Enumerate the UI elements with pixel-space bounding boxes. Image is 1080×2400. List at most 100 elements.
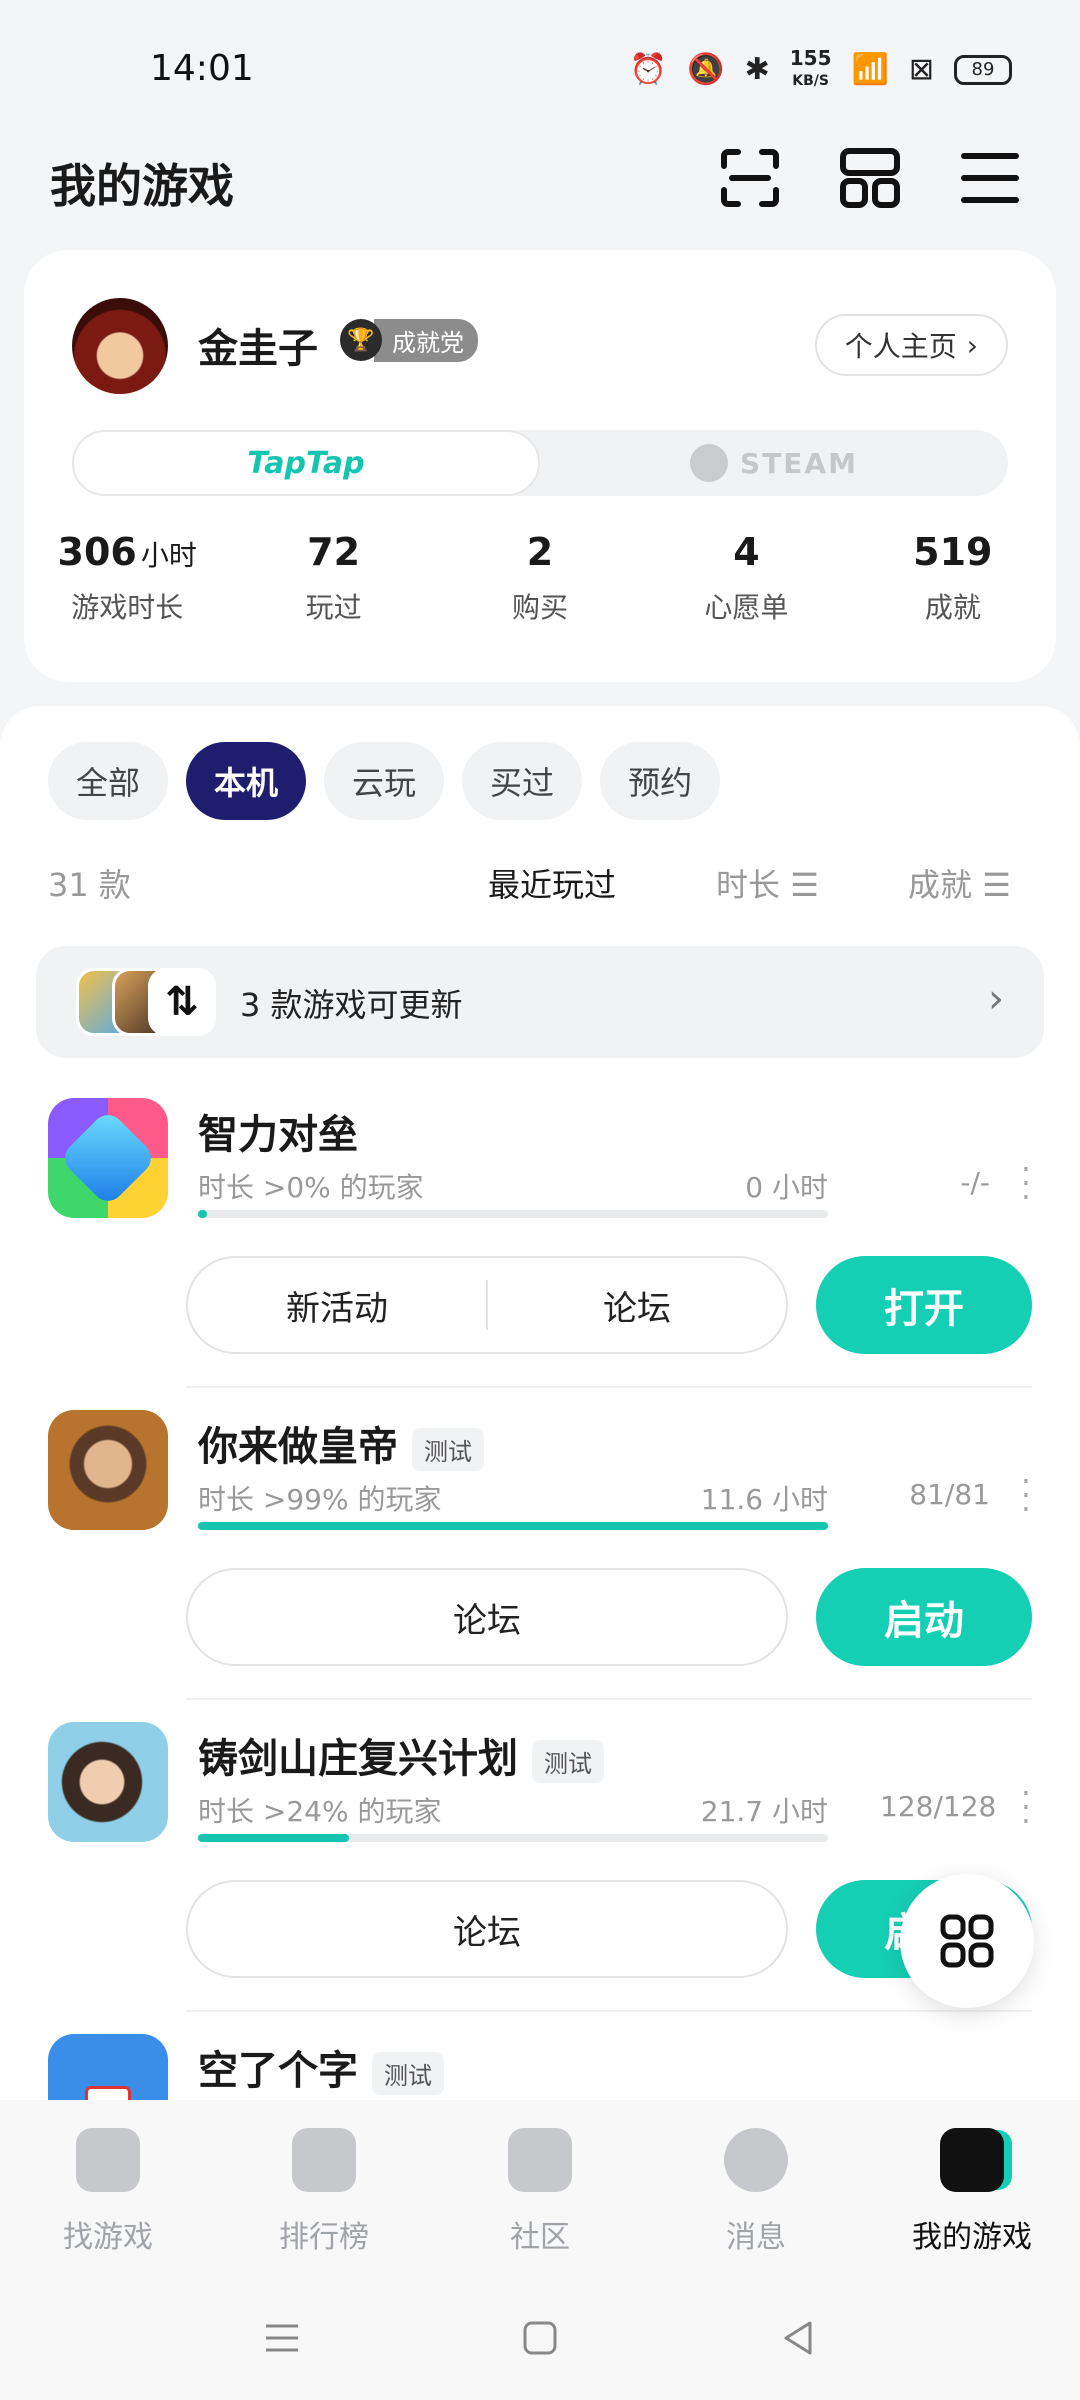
sort-recent[interactable]: 最近玩过 <box>488 860 616 906</box>
nav-community[interactable]: 社区 <box>432 2100 648 2280</box>
game-row: 空了个字 测试 <box>0 2034 1080 2106</box>
stat-wishlist[interactable]: 4 心愿单 <box>643 530 849 626</box>
stat-value: 72 <box>307 530 361 574</box>
chevron-right-icon: › <box>988 976 1004 1022</box>
nav-label: 我的游戏 <box>912 2220 1032 2255</box>
chip-all[interactable]: 全部 <box>48 742 169 820</box>
no-sim-icon: ⊠ <box>908 52 934 87</box>
nav-messages[interactable]: 消息 <box>648 2100 864 2280</box>
achievement-count: 81/81 <box>909 1478 990 1511</box>
test-tag: 测试 <box>532 1739 604 1783</box>
tab-taptap[interactable]: TapTap <box>72 430 540 496</box>
open-button[interactable]: 打开 <box>816 1256 1032 1354</box>
game-name-text: 你来做皇帝 <box>198 1424 398 1470</box>
layout-icon[interactable] <box>838 146 902 210</box>
chevron-right-icon: › <box>966 328 978 362</box>
playtime-hours: 11.6 小时 <box>700 1483 828 1516</box>
update-banner[interactable]: ⇅ 3 款游戏可更新 › <box>36 946 1044 1058</box>
home-icon[interactable] <box>520 2318 560 2358</box>
playtime-hours: 21.7 小时 <box>700 1795 828 1828</box>
stat-purchased[interactable]: 2 购买 <box>437 530 643 626</box>
stat-unit: 小时 <box>140 539 197 572</box>
playtime-percentile: 时长 >24% 的玩家 <box>198 1795 442 1828</box>
ranking-icon <box>292 2128 356 2192</box>
cube-icon <box>58 1108 158 1208</box>
back-icon[interactable] <box>778 2318 818 2358</box>
playtime-percentile: 时长 >0% 的玩家 <box>198 1171 424 1204</box>
playtime-bar <box>198 1210 828 1218</box>
stat-label: 游戏时长 <box>71 591 184 624</box>
playtime-bar-fill <box>198 1522 828 1530</box>
badge-label: 成就党 <box>374 318 478 362</box>
profile-card: 金圭子 🏆 成就党 个人主页 › TapTap STEAM 306 小时 游戏时长… <box>24 250 1056 682</box>
community-icon <box>508 2128 572 2192</box>
forum-button[interactable]: 论坛 <box>188 1905 786 1954</box>
chip-local[interactable]: 本机 <box>186 742 307 820</box>
forum-button[interactable]: 论坛 <box>488 1281 786 1330</box>
stat-label: 购买 <box>512 591 569 624</box>
row-divider <box>186 1698 1032 1700</box>
stat-value: 2 <box>526 530 554 574</box>
nav-my-games[interactable]: 我的游戏 <box>864 2100 1080 2280</box>
profile-home-label: 个人主页 <box>844 330 957 363</box>
more-options-icon[interactable]: · · · <box>1016 1465 1036 1525</box>
stat-played[interactable]: 72 玩过 <box>230 530 436 626</box>
net-speed-unit: KB/S <box>792 73 829 89</box>
menu-icon[interactable] <box>958 146 1022 210</box>
platform-tabs: TapTap STEAM <box>72 430 1008 496</box>
stat-value: 519 <box>913 530 993 574</box>
sort-achievements[interactable]: 成就 ☰ <box>908 860 1011 906</box>
filter-chips: 全部 本机 云玩 买过 预约 <box>48 742 721 820</box>
game-icon-konglegezi[interactable] <box>48 2034 168 2106</box>
avatar[interactable] <box>72 298 168 394</box>
forum-button[interactable]: 论坛 <box>188 1593 786 1642</box>
more-options-icon[interactable]: · · · <box>1016 1153 1036 1213</box>
game-actions: 新活动 论坛 <box>186 1256 788 1354</box>
nav-label: 找游戏 <box>63 2220 153 2255</box>
test-tag: 测试 <box>412 1427 484 1471</box>
achievement-count: -/- <box>960 1166 990 1199</box>
playtime-bar-fill <box>198 1210 208 1218</box>
sort-time[interactable]: 时长 ☰ <box>716 860 819 906</box>
clock: 14:01 <box>150 48 254 89</box>
game-icon-zhujian[interactable] <box>48 1722 168 1842</box>
nav-label: 社区 <box>510 2220 570 2255</box>
chip-bought[interactable]: 买过 <box>462 742 583 820</box>
sort-time-label: 时长 <box>716 866 781 904</box>
achievement-badge[interactable]: 🏆 成就党 <box>340 318 478 362</box>
playtime-bar-fill <box>198 1834 350 1842</box>
game-actions: 论坛 <box>186 1880 788 1978</box>
scan-icon[interactable] <box>718 146 782 210</box>
app-header: 我的游戏 <box>0 140 1080 240</box>
recents-icon[interactable] <box>262 2318 302 2358</box>
nav-rankings[interactable]: 排行榜 <box>216 2100 432 2280</box>
message-bubble-icon <box>724 2128 788 2192</box>
stat-achievements[interactable]: 519 成就 <box>850 530 1056 626</box>
username: 金圭子 <box>198 326 318 372</box>
game-name-text: 空了个字 <box>198 2048 358 2094</box>
test-tag: 测试 <box>372 2051 444 2095</box>
system-nav-bar <box>0 2280 1080 2400</box>
bluetooth-icon: ✱ <box>744 52 770 87</box>
stat-value: 4 <box>733 530 760 574</box>
playtime-bar <box>198 1834 828 1842</box>
game-icon-emperor[interactable] <box>48 1410 168 1530</box>
row-divider <box>186 2010 1032 2012</box>
game-icon-zhili[interactable] <box>48 1098 168 1218</box>
alarm-icon: ⏰ <box>629 52 668 87</box>
new-events-button[interactable]: 新活动 <box>188 1281 486 1330</box>
chip-cloud[interactable]: 云玩 <box>324 742 445 820</box>
chip-reserved[interactable]: 预约 <box>600 742 721 820</box>
update-text: 3 款游戏可更新 <box>240 986 463 1024</box>
launch-button[interactable]: 启动 <box>816 1568 1032 1666</box>
update-arrows-icon: ⇅ <box>148 968 216 1036</box>
profile-home-button[interactable]: 个人主页 › <box>814 314 1008 376</box>
apps-grid-button[interactable] <box>900 1874 1034 2008</box>
wifi-icon: 📶 <box>851 52 889 87</box>
stat-playtime[interactable]: 306 小时 游戏时长 <box>24 530 230 626</box>
tab-steam[interactable]: STEAM <box>540 430 1008 496</box>
more-options-icon[interactable]: · · · <box>1016 1777 1036 1837</box>
game-row: 你来做皇帝 测试 时长 >99% 的玩家 11.6 小时 81/81 · · · 论坛… <box>0 1410 1080 1722</box>
nav-find-games[interactable]: 找游戏 <box>0 2100 216 2280</box>
game-actions: 论坛 <box>186 1568 788 1666</box>
